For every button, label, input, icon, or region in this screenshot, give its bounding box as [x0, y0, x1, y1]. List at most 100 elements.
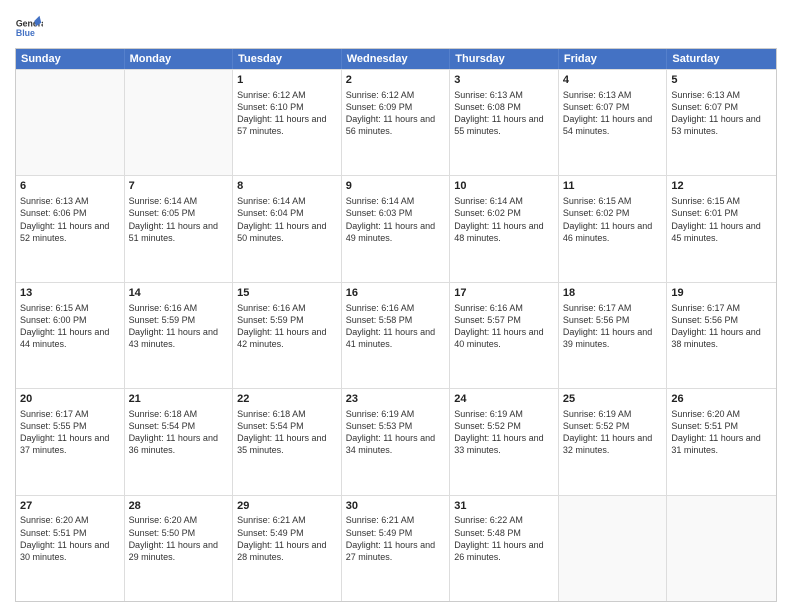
cell-info: Sunrise: 6:14 AMSunset: 6:02 PMDaylight:… [454, 195, 554, 244]
cell-info: Sunrise: 6:19 AMSunset: 5:53 PMDaylight:… [346, 408, 446, 457]
cal-header-wednesday: Wednesday [342, 49, 451, 69]
cal-cell: 5Sunrise: 6:13 AMSunset: 6:07 PMDaylight… [667, 70, 776, 175]
cell-info: Sunrise: 6:18 AMSunset: 5:54 PMDaylight:… [129, 408, 229, 457]
cell-info: Sunrise: 6:13 AMSunset: 6:07 PMDaylight:… [671, 89, 772, 138]
cell-info: Sunrise: 6:20 AMSunset: 5:51 PMDaylight:… [671, 408, 772, 457]
cal-header-thursday: Thursday [450, 49, 559, 69]
cal-cell: 26Sunrise: 6:20 AMSunset: 5:51 PMDayligh… [667, 389, 776, 494]
day-number: 6 [20, 179, 120, 194]
cal-header-monday: Monday [125, 49, 234, 69]
cell-info: Sunrise: 6:12 AMSunset: 6:09 PMDaylight:… [346, 89, 446, 138]
cell-info: Sunrise: 6:19 AMSunset: 5:52 PMDaylight:… [563, 408, 663, 457]
cal-cell: 9Sunrise: 6:14 AMSunset: 6:03 PMDaylight… [342, 176, 451, 281]
cell-info: Sunrise: 6:21 AMSunset: 5:49 PMDaylight:… [346, 514, 446, 563]
cal-cell: 3Sunrise: 6:13 AMSunset: 6:08 PMDaylight… [450, 70, 559, 175]
day-number: 2 [346, 73, 446, 88]
cal-cell: 23Sunrise: 6:19 AMSunset: 5:53 PMDayligh… [342, 389, 451, 494]
cell-info: Sunrise: 6:18 AMSunset: 5:54 PMDaylight:… [237, 408, 337, 457]
cal-cell [559, 496, 668, 601]
day-number: 31 [454, 499, 554, 514]
cell-info: Sunrise: 6:22 AMSunset: 5:48 PMDaylight:… [454, 514, 554, 563]
cell-info: Sunrise: 6:17 AMSunset: 5:56 PMDaylight:… [671, 302, 772, 351]
day-number: 13 [20, 286, 120, 301]
cal-header-sunday: Sunday [16, 49, 125, 69]
cal-week-4: 20Sunrise: 6:17 AMSunset: 5:55 PMDayligh… [16, 388, 776, 494]
cell-info: Sunrise: 6:16 AMSunset: 5:58 PMDaylight:… [346, 302, 446, 351]
day-number: 9 [346, 179, 446, 194]
cal-cell: 16Sunrise: 6:16 AMSunset: 5:58 PMDayligh… [342, 283, 451, 388]
cal-cell: 20Sunrise: 6:17 AMSunset: 5:55 PMDayligh… [16, 389, 125, 494]
cal-week-3: 13Sunrise: 6:15 AMSunset: 6:00 PMDayligh… [16, 282, 776, 388]
cal-header-tuesday: Tuesday [233, 49, 342, 69]
cell-info: Sunrise: 6:17 AMSunset: 5:56 PMDaylight:… [563, 302, 663, 351]
day-number: 3 [454, 73, 554, 88]
cell-info: Sunrise: 6:14 AMSunset: 6:03 PMDaylight:… [346, 195, 446, 244]
cell-info: Sunrise: 6:20 AMSunset: 5:51 PMDaylight:… [20, 514, 120, 563]
cal-cell [125, 70, 234, 175]
day-number: 23 [346, 392, 446, 407]
day-number: 27 [20, 499, 120, 514]
cell-info: Sunrise: 6:16 AMSunset: 5:59 PMDaylight:… [237, 302, 337, 351]
day-number: 12 [671, 179, 772, 194]
cal-cell: 6Sunrise: 6:13 AMSunset: 6:06 PMDaylight… [16, 176, 125, 281]
cell-info: Sunrise: 6:21 AMSunset: 5:49 PMDaylight:… [237, 514, 337, 563]
cal-cell: 30Sunrise: 6:21 AMSunset: 5:49 PMDayligh… [342, 496, 451, 601]
cal-header-friday: Friday [559, 49, 668, 69]
day-number: 22 [237, 392, 337, 407]
cal-cell: 25Sunrise: 6:19 AMSunset: 5:52 PMDayligh… [559, 389, 668, 494]
cal-cell: 17Sunrise: 6:16 AMSunset: 5:57 PMDayligh… [450, 283, 559, 388]
day-number: 24 [454, 392, 554, 407]
day-number: 10 [454, 179, 554, 194]
cell-info: Sunrise: 6:20 AMSunset: 5:50 PMDaylight:… [129, 514, 229, 563]
logo: General Blue [15, 14, 47, 42]
day-number: 1 [237, 73, 337, 88]
cell-info: Sunrise: 6:15 AMSunset: 6:01 PMDaylight:… [671, 195, 772, 244]
day-number: 4 [563, 73, 663, 88]
cal-cell: 24Sunrise: 6:19 AMSunset: 5:52 PMDayligh… [450, 389, 559, 494]
day-number: 30 [346, 499, 446, 514]
day-number: 14 [129, 286, 229, 301]
cal-cell: 11Sunrise: 6:15 AMSunset: 6:02 PMDayligh… [559, 176, 668, 281]
cal-cell: 4Sunrise: 6:13 AMSunset: 6:07 PMDaylight… [559, 70, 668, 175]
day-number: 26 [671, 392, 772, 407]
day-number: 17 [454, 286, 554, 301]
header: General Blue [15, 10, 777, 42]
day-number: 19 [671, 286, 772, 301]
cal-cell [16, 70, 125, 175]
cell-info: Sunrise: 6:19 AMSunset: 5:52 PMDaylight:… [454, 408, 554, 457]
cal-cell: 29Sunrise: 6:21 AMSunset: 5:49 PMDayligh… [233, 496, 342, 601]
day-number: 20 [20, 392, 120, 407]
cell-info: Sunrise: 6:15 AMSunset: 6:02 PMDaylight:… [563, 195, 663, 244]
day-number: 29 [237, 499, 337, 514]
day-number: 28 [129, 499, 229, 514]
cal-cell: 18Sunrise: 6:17 AMSunset: 5:56 PMDayligh… [559, 283, 668, 388]
cal-cell: 1Sunrise: 6:12 AMSunset: 6:10 PMDaylight… [233, 70, 342, 175]
cell-info: Sunrise: 6:16 AMSunset: 5:59 PMDaylight:… [129, 302, 229, 351]
cell-info: Sunrise: 6:13 AMSunset: 6:06 PMDaylight:… [20, 195, 120, 244]
logo-icon: General Blue [15, 14, 43, 42]
page: General Blue SundayMondayTuesdayWednesda… [0, 0, 792, 612]
cell-info: Sunrise: 6:15 AMSunset: 6:00 PMDaylight:… [20, 302, 120, 351]
cal-cell: 7Sunrise: 6:14 AMSunset: 6:05 PMDaylight… [125, 176, 234, 281]
cal-cell: 8Sunrise: 6:14 AMSunset: 6:04 PMDaylight… [233, 176, 342, 281]
cell-info: Sunrise: 6:14 AMSunset: 6:05 PMDaylight:… [129, 195, 229, 244]
cal-cell: 28Sunrise: 6:20 AMSunset: 5:50 PMDayligh… [125, 496, 234, 601]
cell-info: Sunrise: 6:12 AMSunset: 6:10 PMDaylight:… [237, 89, 337, 138]
day-number: 16 [346, 286, 446, 301]
cell-info: Sunrise: 6:17 AMSunset: 5:55 PMDaylight:… [20, 408, 120, 457]
cal-week-2: 6Sunrise: 6:13 AMSunset: 6:06 PMDaylight… [16, 175, 776, 281]
day-number: 8 [237, 179, 337, 194]
day-number: 7 [129, 179, 229, 194]
cal-cell: 12Sunrise: 6:15 AMSunset: 6:01 PMDayligh… [667, 176, 776, 281]
day-number: 21 [129, 392, 229, 407]
cal-cell: 15Sunrise: 6:16 AMSunset: 5:59 PMDayligh… [233, 283, 342, 388]
cal-week-1: 1Sunrise: 6:12 AMSunset: 6:10 PMDaylight… [16, 69, 776, 175]
day-number: 25 [563, 392, 663, 407]
cal-cell: 21Sunrise: 6:18 AMSunset: 5:54 PMDayligh… [125, 389, 234, 494]
day-number: 11 [563, 179, 663, 194]
cal-cell: 19Sunrise: 6:17 AMSunset: 5:56 PMDayligh… [667, 283, 776, 388]
cal-cell: 31Sunrise: 6:22 AMSunset: 5:48 PMDayligh… [450, 496, 559, 601]
cell-info: Sunrise: 6:13 AMSunset: 6:08 PMDaylight:… [454, 89, 554, 138]
cal-cell: 22Sunrise: 6:18 AMSunset: 5:54 PMDayligh… [233, 389, 342, 494]
calendar: SundayMondayTuesdayWednesdayThursdayFrid… [15, 48, 777, 602]
